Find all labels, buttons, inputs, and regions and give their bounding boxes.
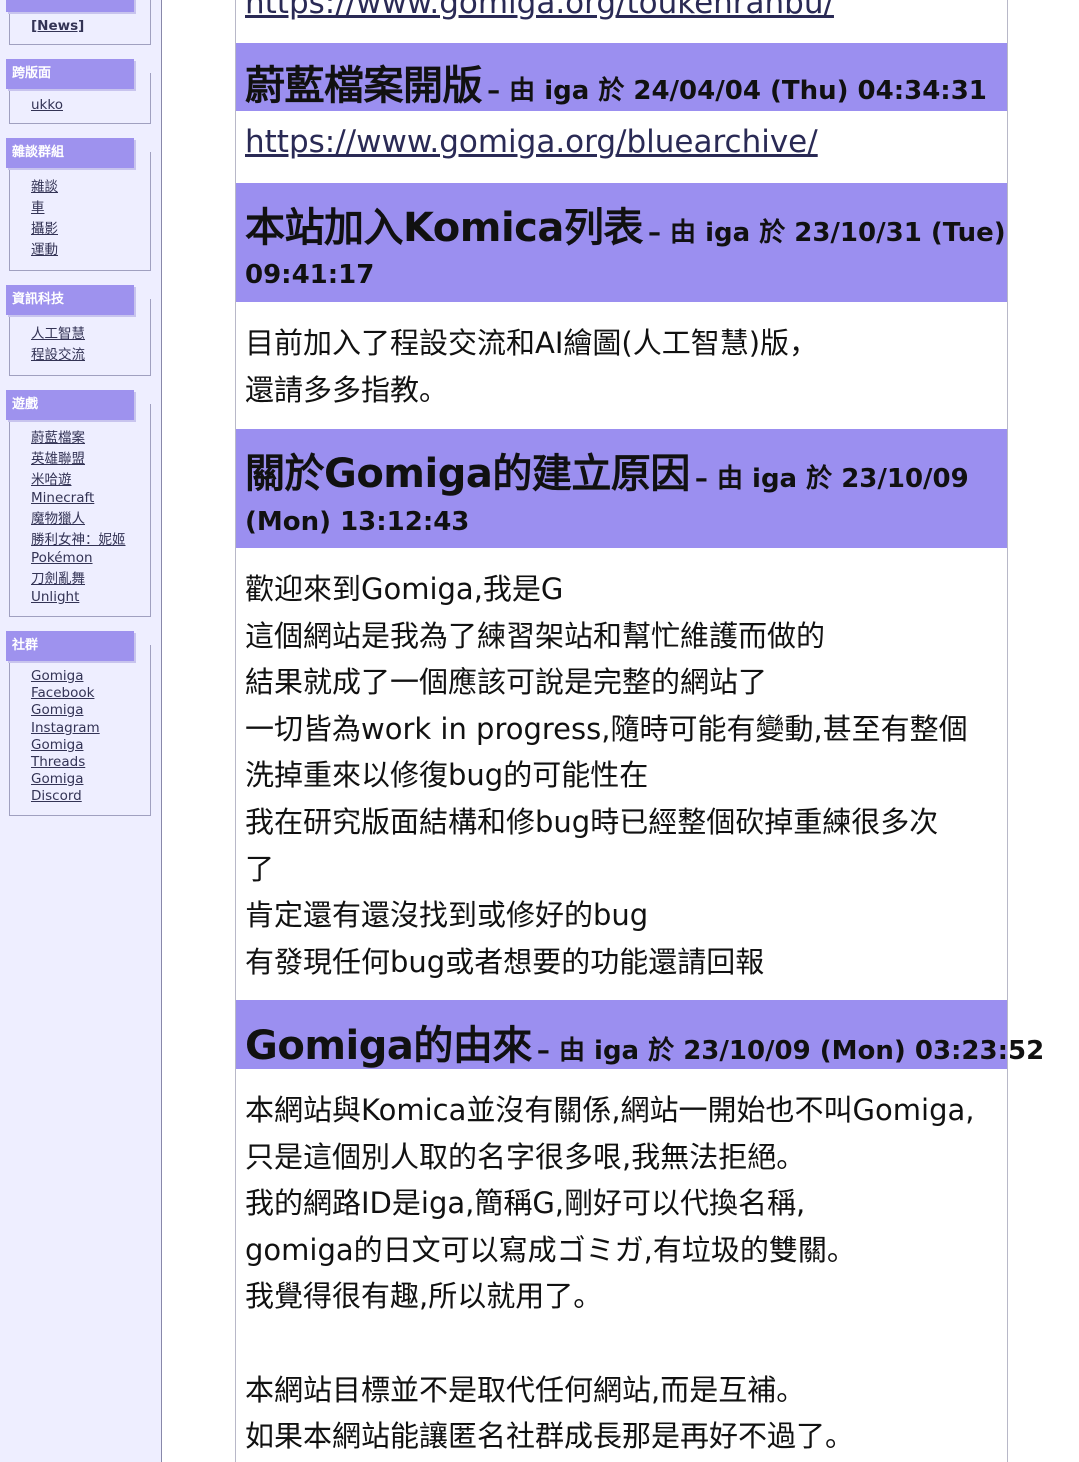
post-title: 關於Gomiga的建立原因 bbox=[245, 451, 690, 497]
sidebar-link-lol[interactable]: 英雄聯盟 bbox=[31, 451, 85, 468]
sidebar-link-minecraft[interactable]: Minecraft bbox=[31, 490, 94, 507]
sidebar-link-pokemon[interactable]: Pokémon bbox=[31, 550, 93, 567]
post-line: 本網站與Komica並沒有關係,網站一開始也不叫Gomiga, bbox=[245, 1093, 975, 1127]
post-header: 本站加入Komica列表 – 由 iga 於 23/10/31 (Tue) 09… bbox=[236, 183, 1007, 302]
sidebar-link-bluearchive[interactable]: 蔚藍檔案 bbox=[31, 430, 85, 447]
sidebar-link-gomiga-instagram-1[interactable]: Gomiga bbox=[31, 702, 83, 719]
sidebar-link-ukko[interactable]: ukko bbox=[31, 97, 63, 114]
post-line: 一切皆為work in progress,隨時可能有變動,甚至有整個 bbox=[245, 711, 968, 746]
post-line: 如果本網站能讓匿名社群成長那是再好不過了。 bbox=[245, 1419, 855, 1454]
sidebar-group-games-header: 遊戲 bbox=[6, 390, 134, 420]
sidebar-link-programming[interactable]: 程設交流 bbox=[31, 347, 85, 364]
sidebar-link-monsterhunter[interactable]: 魔物獵人 bbox=[31, 511, 85, 528]
post-header: 蔚藍檔案開版 – 由 iga 於 24/04/04 (Thu) 04:34:31 bbox=[236, 43, 1007, 111]
bluearchive-link[interactable]: https://www.gomiga.org/bluearchive/ bbox=[245, 124, 818, 160]
post-title: Gomiga的由來 bbox=[245, 1023, 532, 1069]
post-line bbox=[245, 1320, 1005, 1367]
post-meta: – 由 iga 於 23/10/09 bbox=[694, 464, 969, 494]
sidebar-group-chat-header: 雜談群組 bbox=[6, 138, 134, 168]
post-line: 結果就成了一個應該可說是完整的網站了 bbox=[245, 665, 768, 700]
sidebar-group-top-header bbox=[6, 0, 134, 12]
post-line: 我在研究版面結構和修bug時已經整個砍掉重練很多次 bbox=[245, 804, 939, 839]
sidebar-link-gomiga-facebook-1[interactable]: Gomiga bbox=[31, 668, 83, 685]
post-body: 歡迎來到Gomiga,我是G 這個網站是我為了練習架站和幫忙維護而做的 結果就成… bbox=[245, 566, 1005, 985]
sidebar-link-news[interactable]: [News] bbox=[31, 18, 84, 35]
post-line: 我覺得很有趣,所以就用了。 bbox=[245, 1279, 603, 1314]
sidebar-link-gomiga-discord-2[interactable]: Discord bbox=[31, 788, 82, 805]
post-meta-continued: (Mon) 13:12:43 bbox=[245, 507, 470, 537]
post-meta: – 由 iga 於 23/10/09 (Mon) 03:23:52 bbox=[536, 1036, 1045, 1066]
sidebar-link-car[interactable]: 車 bbox=[31, 200, 45, 217]
sidebar-link-mihoyo[interactable]: 米哈遊 bbox=[31, 472, 72, 489]
post-body: 本網站與Komica並沒有關係,網站一開始也不叫Gomiga, 只是這個別人取的… bbox=[245, 1087, 1005, 1460]
post-meta: – 由 iga 於 23/10/31 (Tue) bbox=[647, 218, 1006, 248]
post-line: 還請多多指教。 bbox=[245, 372, 449, 407]
post-header: 關於Gomiga的建立原因 – 由 iga 於 23/10/09 (Mon) 1… bbox=[236, 429, 1007, 548]
sidebar-link-toukenranbu[interactable]: 刀劍亂舞 bbox=[31, 571, 85, 588]
post-title: 本站加入Komica列表 bbox=[245, 205, 643, 251]
post-line: 這個網站是我為了練習架站和幫忙維護而做的 bbox=[245, 618, 826, 653]
post-title: 蔚藍檔案開版 bbox=[245, 63, 483, 109]
sidebar-nav: [News] 跨版面 ukko 雜談群組 雜談 車 攝影 運動 資訊科技 人工智… bbox=[0, 0, 162, 1462]
post-line: gomiga的日文可以寫成ゴミガ,有垃圾的雙關。 bbox=[245, 1232, 856, 1267]
toukenranbu-link[interactable]: https://www.gomiga.org/toukenranbu/ bbox=[245, 0, 834, 21]
post-line: 洗掉重來以修復bug的可能性在 bbox=[245, 758, 649, 793]
post-meta: – 由 iga 於 24/04/04 (Thu) 04:34:31 bbox=[487, 76, 987, 106]
sidebar-link-chat[interactable]: 雜談 bbox=[31, 179, 58, 196]
post-line: 了 bbox=[245, 851, 275, 886]
sidebar-link-gomiga-threads-1[interactable]: Gomiga bbox=[31, 737, 83, 754]
post-line: 我的網路ID是iga,簡稱G,剛好可以代換名稱, bbox=[245, 1186, 806, 1221]
sidebar-group-tech-header: 資訊科技 bbox=[6, 285, 134, 315]
post-line: 有發現任何bug或者想要的功能還請回報 bbox=[245, 944, 765, 979]
sidebar-link-unlight[interactable]: Unlight bbox=[31, 589, 79, 606]
sidebar-link-gomiga-facebook-2[interactable]: Facebook bbox=[31, 685, 94, 702]
sidebar-link-gomiga-discord-1[interactable]: Gomiga bbox=[31, 771, 83, 788]
sidebar-link-ai[interactable]: 人工智慧 bbox=[31, 326, 85, 343]
news-column: https://www.gomiga.org/toukenranbu/ 蔚藍檔案… bbox=[235, 0, 1044, 1462]
sidebar-link-sports[interactable]: 運動 bbox=[31, 242, 58, 259]
post-line: 本網站目標並不是取代任何網站,而是互補。 bbox=[245, 1372, 806, 1407]
sidebar-link-gomiga-threads-2[interactable]: Threads bbox=[31, 754, 85, 771]
sidebar-link-photo[interactable]: 攝影 bbox=[31, 221, 58, 238]
sidebar-group-social-header: 社群 bbox=[6, 631, 134, 661]
post-line: 肯定還有還沒找到或修好的bug bbox=[245, 898, 649, 933]
post-meta-continued: 09:41:17 bbox=[245, 260, 375, 290]
sidebar-link-nikke[interactable]: 勝利女神：妮姬 bbox=[31, 532, 126, 549]
sidebar-link-gomiga-instagram-2[interactable]: Instagram bbox=[31, 720, 100, 737]
post-line: 歡迎來到Gomiga,我是G bbox=[245, 572, 564, 606]
post-line: 目前加入了程設交流和AI繪圖(人工智慧)版， bbox=[245, 326, 819, 360]
post-line: 只是這個別人取的名字很多哏,我無法拒絕。 bbox=[245, 1139, 806, 1174]
post-body: 目前加入了程設交流和AI繪圖(人工智慧)版， 還請多多指教。 bbox=[245, 320, 1005, 413]
sidebar-group-cross-header: 跨版面 bbox=[6, 59, 134, 89]
post-header: Gomiga的由來 – 由 iga 於 23/10/09 (Mon) 03:23… bbox=[236, 1000, 1044, 1069]
